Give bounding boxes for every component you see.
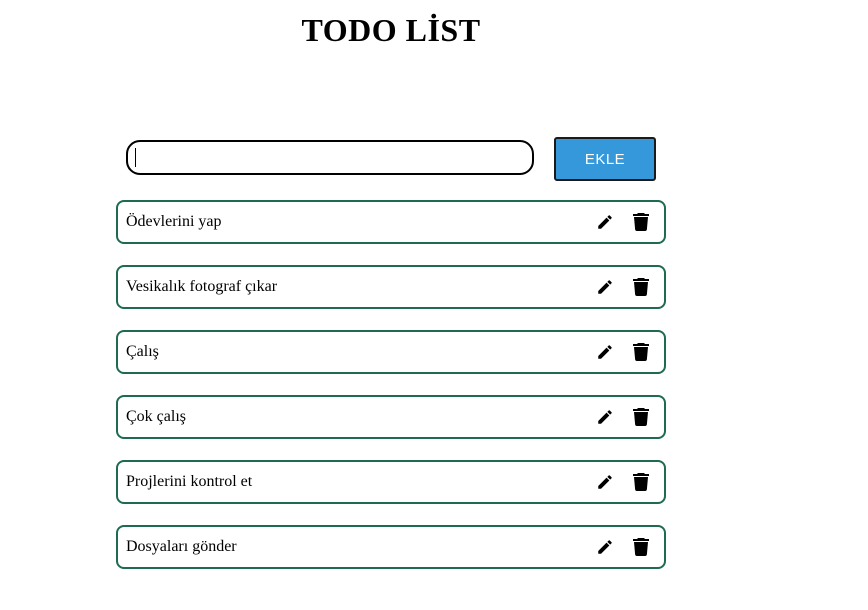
todo-text: Ödevlerini yap [126, 213, 222, 230]
todo-item: Çok çalış [116, 395, 666, 439]
todo-text: Dosyaları gönder [126, 538, 237, 555]
trash-icon[interactable] [630, 341, 652, 363]
pencil-icon[interactable] [594, 406, 616, 428]
todo-item: Projlerini kontrol et [116, 460, 666, 504]
page-title: TODO LİST [301, 12, 481, 48]
trash-icon[interactable] [630, 276, 652, 298]
trash-icon[interactable] [630, 536, 652, 558]
todo-input[interactable] [126, 140, 534, 175]
todo-text: Çalış [126, 343, 159, 360]
todo-item: Dosyaları gönder [116, 525, 666, 569]
todo-text: Çok çalış [126, 408, 186, 425]
trash-icon[interactable] [630, 471, 652, 493]
trash-icon[interactable] [630, 211, 652, 233]
todo-list: Ödevlerini yap Vesikalık fotograf çıkar … [116, 200, 666, 590]
pencil-icon[interactable] [594, 471, 616, 493]
pencil-icon[interactable] [594, 211, 616, 233]
pencil-icon[interactable] [594, 276, 616, 298]
pencil-icon[interactable] [594, 341, 616, 363]
todo-text: Projlerini kontrol et [126, 473, 253, 490]
add-todo-form: EKLE [126, 137, 656, 181]
text-caret [135, 148, 136, 167]
todo-item: Vesikalık fotograf çıkar [116, 265, 666, 309]
todo-text: Vesikalık fotograf çıkar [126, 278, 278, 295]
todo-item: Ödevlerini yap [116, 200, 666, 244]
trash-icon[interactable] [630, 406, 652, 428]
add-button[interactable]: EKLE [554, 137, 656, 181]
pencil-icon[interactable] [594, 536, 616, 558]
todo-page: TODO LİST EKLE Ödevlerini yap Vesikalık … [0, 0, 868, 610]
todo-item: Çalış [116, 330, 666, 374]
